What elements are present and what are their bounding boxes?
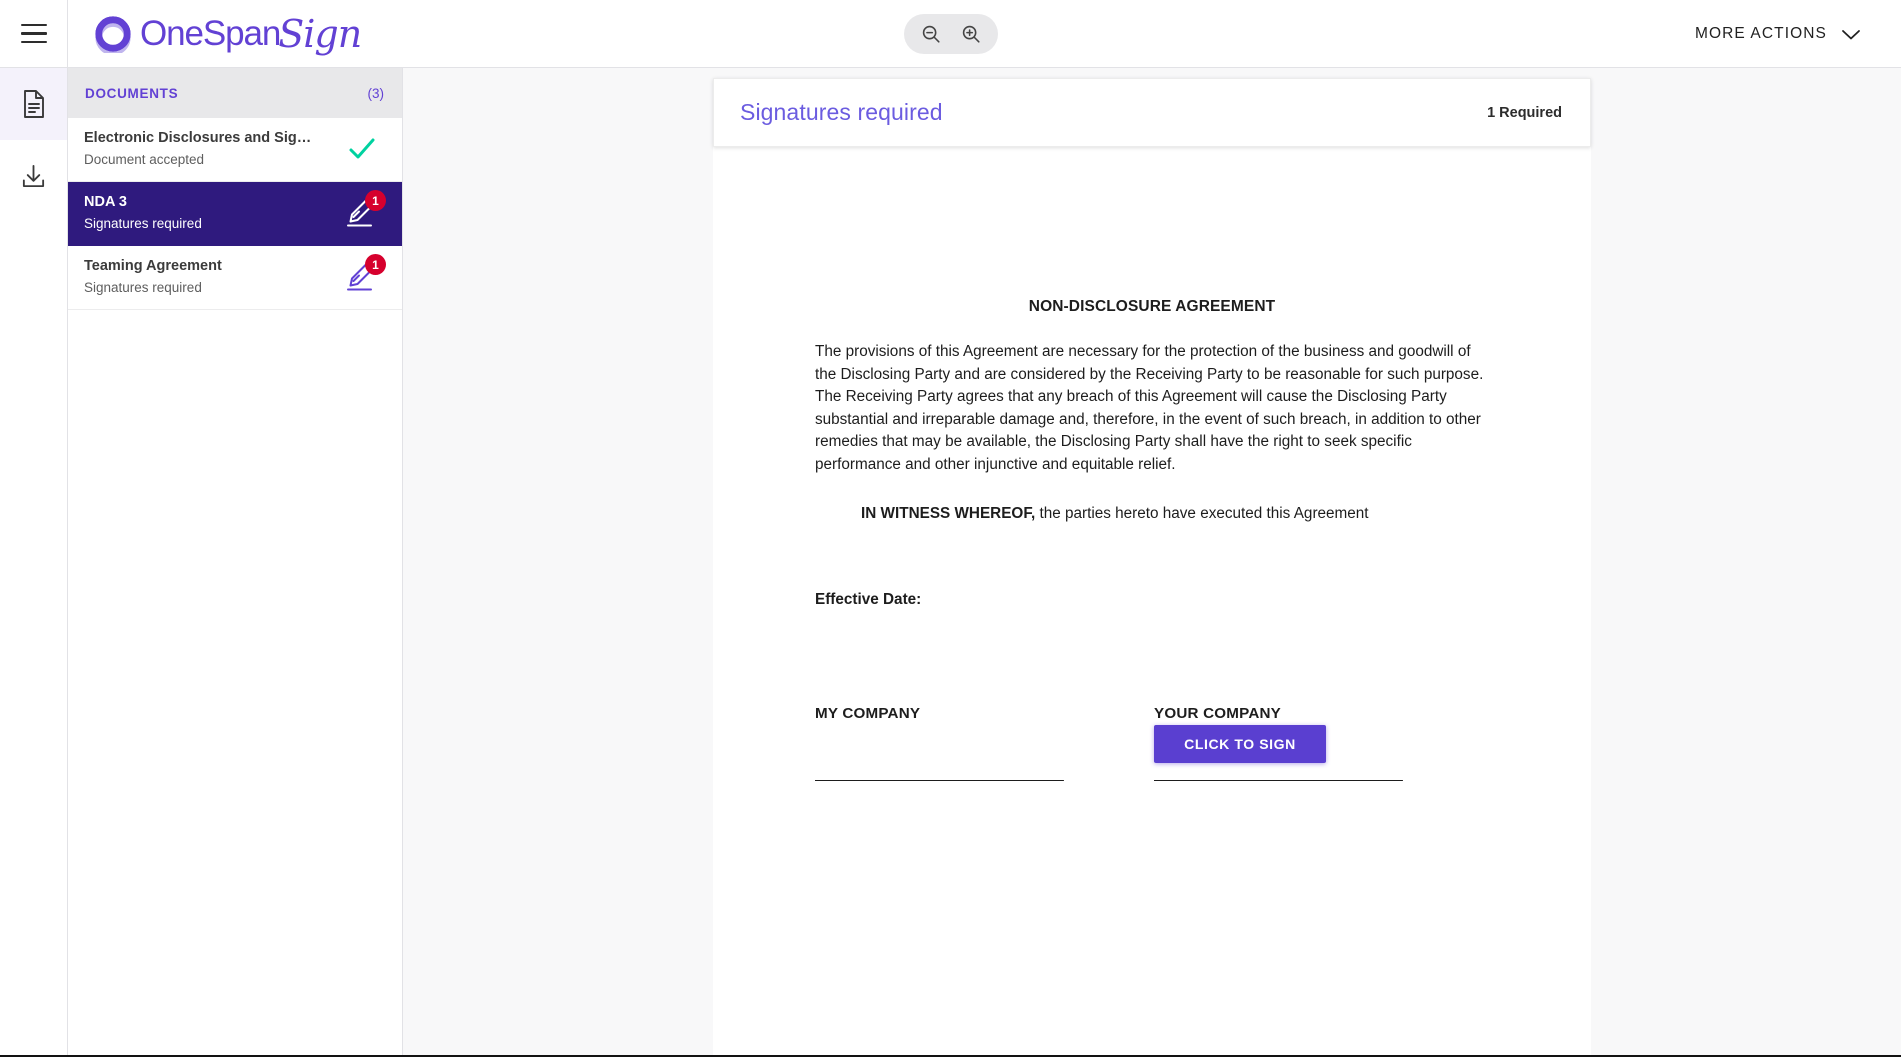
download-icon xyxy=(20,163,47,190)
document-heading: NON-DISCLOSURE AGREEMENT xyxy=(815,298,1489,316)
signature-company-name: YOUR COMPANY xyxy=(1154,705,1489,722)
documents-header: DOCUMENTS (3) xyxy=(68,68,402,118)
document-name: NDA 3 xyxy=(84,193,202,213)
body-row: DOCUMENTS (3) Electronic Disclosures and… xyxy=(0,68,1901,1057)
brand-suffix: Sign xyxy=(278,12,361,56)
zoom-controls xyxy=(904,14,998,54)
rail-item-download[interactable] xyxy=(0,140,67,212)
document-status-indicator-0 xyxy=(342,130,386,168)
banner-title: Signatures required xyxy=(740,99,943,126)
document-text-0: Electronic Disclosures and Signat... Doc… xyxy=(84,129,312,169)
document-list-item-1[interactable]: NDA 3 Signatures required 1 xyxy=(68,182,402,246)
signature-block-right: YOUR COMPANY ___________________________… xyxy=(1152,705,1489,783)
document-icon xyxy=(21,89,47,119)
document-list-item-2[interactable]: Teaming Agreement Signatures required 1 xyxy=(68,246,402,310)
menu-button[interactable] xyxy=(0,0,68,68)
signature-block-left: MY COMPANY _____________________________… xyxy=(815,705,1152,783)
brand-logo: OneSpan Sign xyxy=(94,12,361,56)
document-text-2: Teaming Agreement Signatures required xyxy=(84,257,222,297)
onespan-ring-icon xyxy=(94,15,132,53)
signature-required-banner[interactable]: Signatures required 1 Required xyxy=(713,78,1591,147)
click-to-sign-button[interactable]: CLICK TO SIGN xyxy=(1154,725,1326,763)
signature-line: _______________________________ xyxy=(1154,765,1489,783)
more-actions-label: MORE ACTIONS xyxy=(1695,25,1827,43)
effective-date-label: Effective Date: xyxy=(815,591,1489,609)
signature-grid: MY COMPANY _____________________________… xyxy=(815,705,1489,783)
zoom-in-icon xyxy=(960,23,982,45)
brand-name: OneSpan xyxy=(140,14,280,54)
icon-rail xyxy=(0,68,68,1057)
signature-company-name: MY COMPANY xyxy=(815,705,1152,722)
hamburger-icon xyxy=(21,24,47,44)
documents-title: DOCUMENTS xyxy=(85,86,178,101)
document-page: NON-DISCLOSURE AGREEMENT The provisions … xyxy=(713,78,1591,1057)
document-name: Teaming Agreement xyxy=(84,257,222,277)
document-viewer: NON-DISCLOSURE AGREEMENT The provisions … xyxy=(403,68,1901,1057)
zoom-in-button[interactable] xyxy=(956,19,986,49)
chevron-down-icon xyxy=(1841,28,1861,41)
document-paragraph: The provisions of this Agreement are nec… xyxy=(815,341,1489,477)
witness-bold-text: IN WITNESS WHEREOF, xyxy=(861,505,1035,522)
document-status: Document accepted xyxy=(84,150,312,170)
status-badge: 1 xyxy=(365,254,386,275)
app-root: OneSpan Sign MORE ACTIONS xyxy=(0,0,1901,1057)
rail-item-documents[interactable] xyxy=(0,68,67,140)
zoom-out-button[interactable] xyxy=(916,19,946,49)
top-header: OneSpan Sign MORE ACTIONS xyxy=(0,0,1901,68)
document-witness-line: IN WITNESS WHEREOF, the parties hereto h… xyxy=(815,505,1489,523)
zoom-out-icon xyxy=(920,23,942,45)
document-status-indicator-2: 1 xyxy=(342,258,386,296)
document-name: Electronic Disclosures and Signat... xyxy=(84,129,312,149)
document-text-1: NDA 3 Signatures required xyxy=(84,193,202,233)
document-list-item-0[interactable]: Electronic Disclosures and Signat... Doc… xyxy=(68,118,402,182)
document-status: Signatures required xyxy=(84,278,222,298)
more-actions-button[interactable]: MORE ACTIONS xyxy=(1695,0,1861,68)
document-status-indicator-1: 1 xyxy=(342,194,386,232)
check-icon xyxy=(346,134,378,164)
signature-line: _______________________________ xyxy=(815,765,1152,783)
documents-sidebar: DOCUMENTS (3) Electronic Disclosures and… xyxy=(68,68,403,1057)
witness-rest-text: the parties hereto have executed this Ag… xyxy=(1035,505,1368,522)
document-status: Signatures required xyxy=(84,214,202,234)
documents-count: (3) xyxy=(368,86,385,101)
banner-required-count: 1 Required xyxy=(1487,105,1562,121)
status-badge: 1 xyxy=(365,190,386,211)
